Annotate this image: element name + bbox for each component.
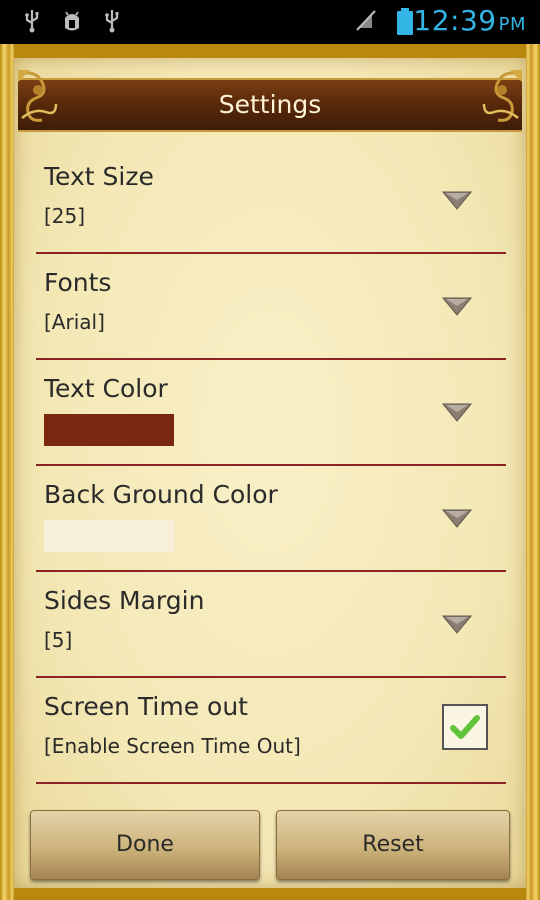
setting-fonts[interactable]: Fonts [Arial]	[36, 254, 506, 360]
setting-label: Fonts	[44, 268, 112, 297]
dropdown-arrow-icon[interactable]	[442, 296, 472, 316]
setting-background-color[interactable]: Back Ground Color	[36, 466, 506, 572]
checkmark-icon	[450, 715, 480, 739]
setting-label: Text Size	[44, 162, 154, 191]
setting-screen-timeout[interactable]: Screen Time out [Enable Screen Time Out]	[36, 678, 506, 784]
corner-ornament-icon	[16, 68, 62, 126]
status-bar: 12:39 PM	[0, 0, 540, 44]
setting-label: Text Color	[44, 374, 168, 403]
setting-value: [Arial]	[44, 310, 105, 334]
setting-value: [25]	[44, 204, 86, 228]
page-title: Settings	[218, 90, 322, 119]
text-color-swatch	[44, 414, 174, 446]
setting-value: [5]	[44, 628, 73, 652]
dropdown-arrow-icon[interactable]	[442, 508, 472, 528]
setting-text-color[interactable]: Text Color	[36, 360, 506, 466]
settings-panel-frame: Settings Text Size [25] Fonts [Arial] Te…	[0, 44, 540, 900]
background-color-swatch	[44, 520, 174, 552]
corner-ornament-icon	[478, 68, 524, 126]
screen-timeout-checkbox[interactable]	[442, 704, 488, 750]
setting-label: Screen Time out	[44, 692, 248, 721]
dropdown-arrow-icon[interactable]	[442, 614, 472, 634]
signal-muted-icon	[354, 8, 378, 34]
android-debug-icon	[60, 8, 84, 34]
usb-icon	[100, 8, 124, 34]
title-bar: Settings	[18, 78, 522, 132]
done-button[interactable]: Done	[30, 810, 260, 880]
dropdown-arrow-icon[interactable]	[442, 402, 472, 422]
reset-button[interactable]: Reset	[276, 810, 510, 880]
setting-value: [Enable Screen Time Out]	[44, 734, 301, 758]
setting-label: Sides Margin	[44, 586, 205, 615]
usb-icon	[20, 8, 44, 34]
settings-panel: Settings Text Size [25] Fonts [Arial] Te…	[14, 58, 526, 888]
clock: 12:39 PM	[413, 4, 526, 37]
setting-sides-margin[interactable]: Sides Margin [5]	[36, 572, 506, 678]
settings-list: Text Size [25] Fonts [Arial] Text Color …	[36, 148, 506, 784]
setting-text-size[interactable]: Text Size [25]	[36, 148, 506, 254]
dropdown-arrow-icon[interactable]	[442, 190, 472, 210]
battery-icon	[396, 8, 414, 35]
setting-label: Back Ground Color	[44, 480, 278, 509]
